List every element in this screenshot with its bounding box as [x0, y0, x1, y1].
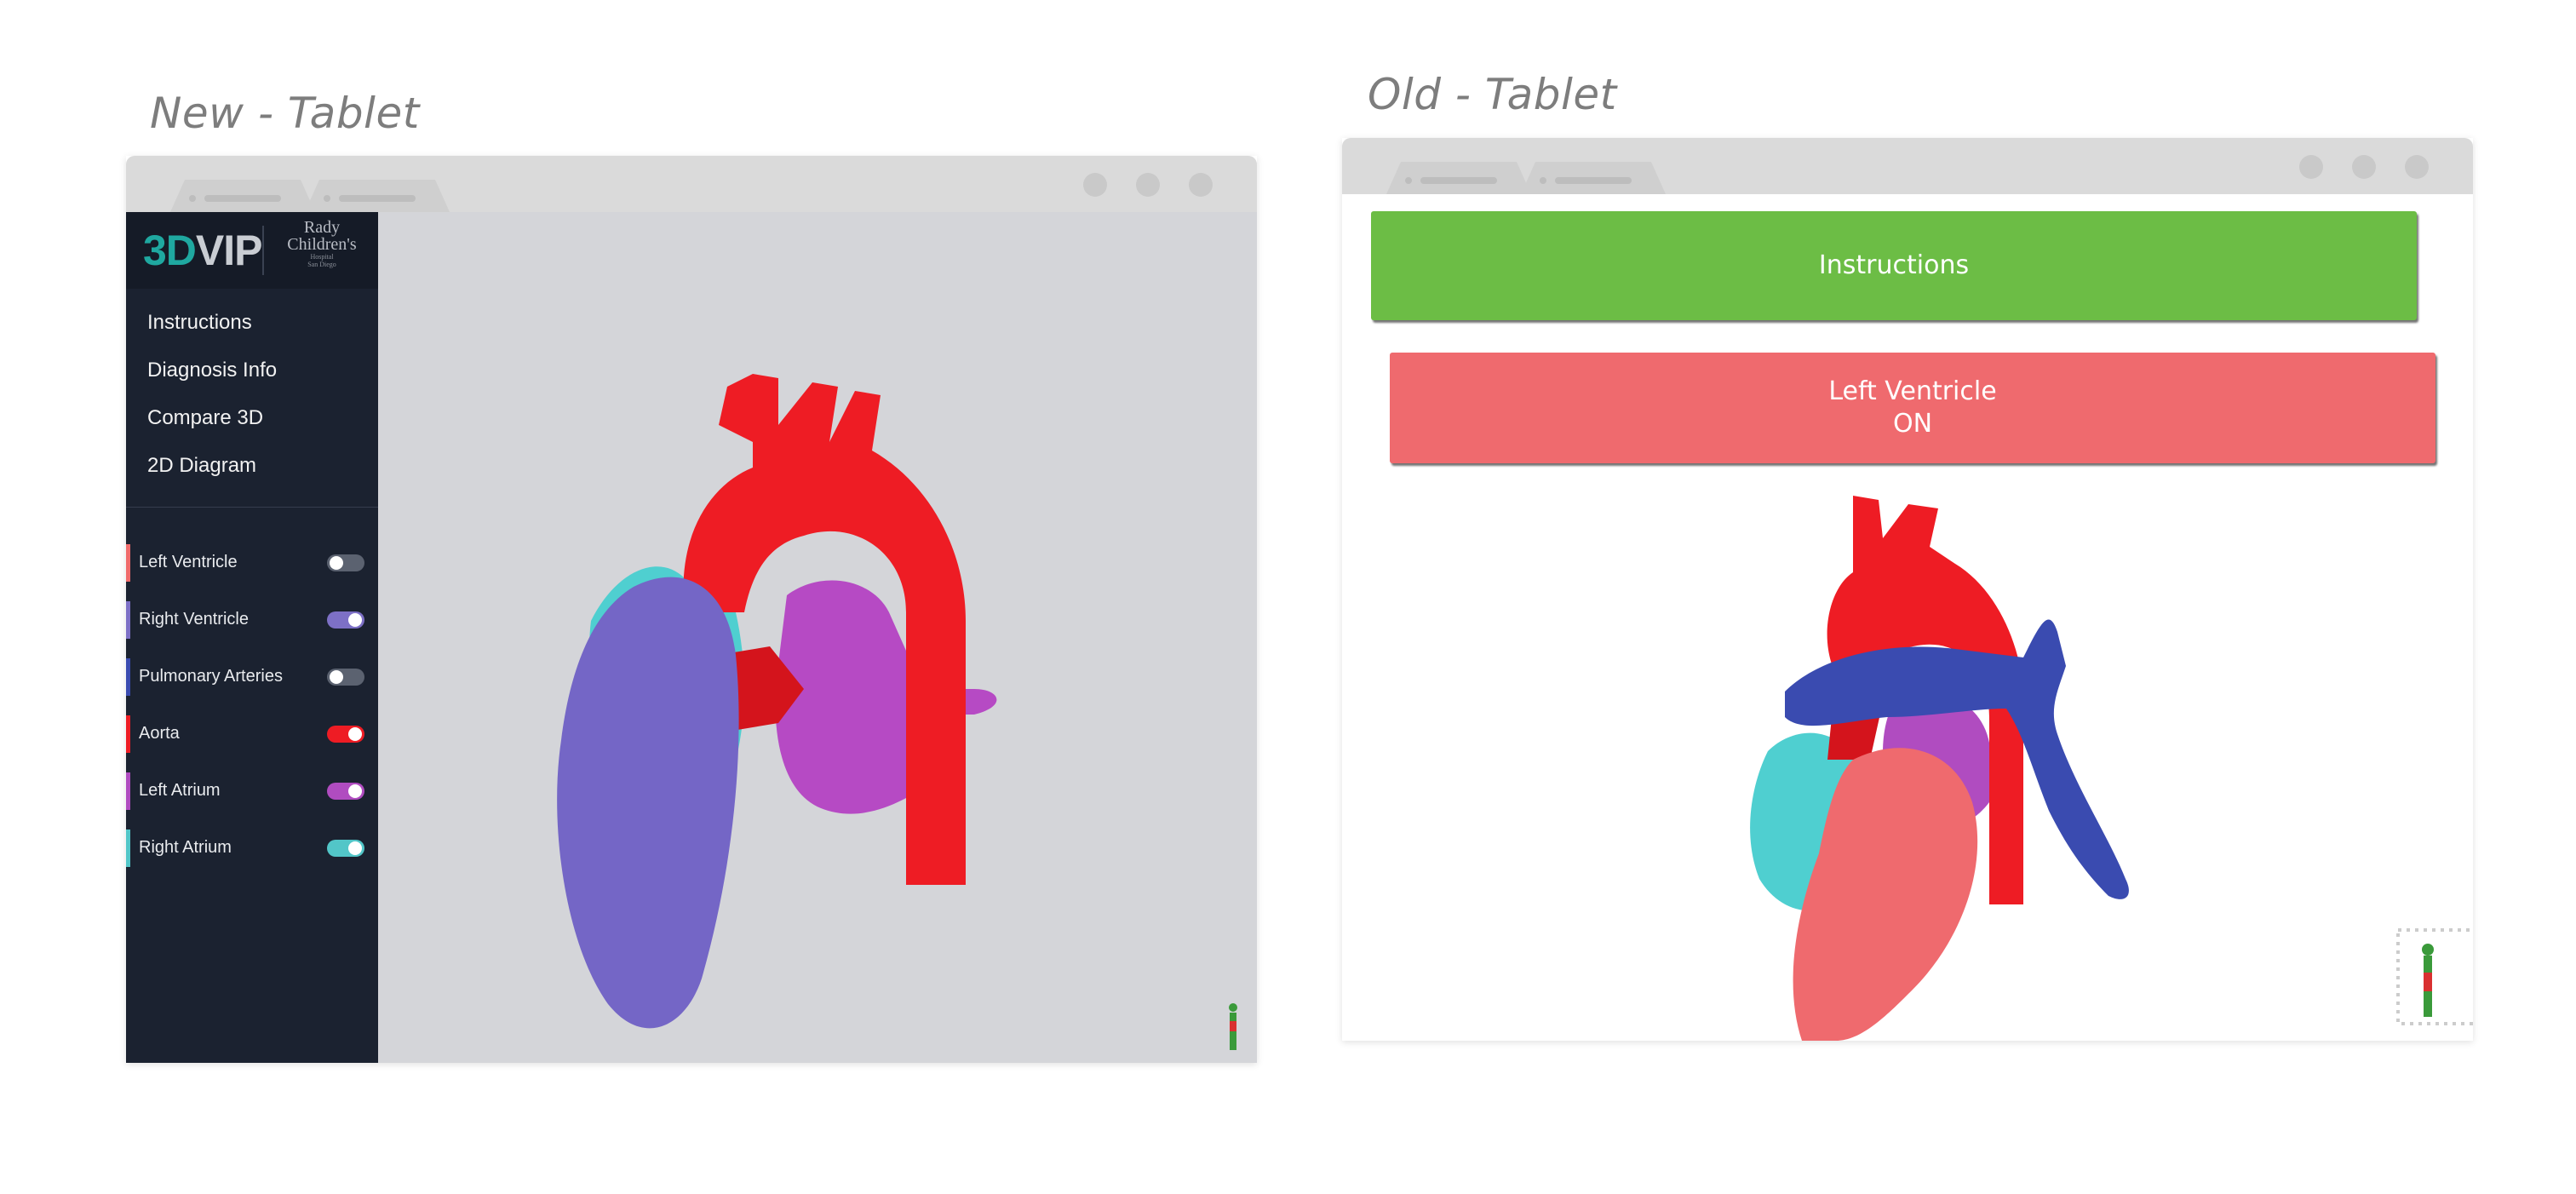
- browser-tab[interactable]: [170, 180, 315, 212]
- layer-color-stripe: [126, 772, 130, 810]
- left-ventricle-label: Left Ventricle: [1828, 376, 1997, 406]
- toggle-knob: [348, 613, 362, 627]
- layer-toggle[interactable]: [327, 783, 364, 800]
- layer-color-stripe: [126, 544, 130, 582]
- heart-model-new: [557, 374, 1237, 1050]
- layer-label: Right Ventricle: [139, 610, 249, 629]
- window-control-icon[interactable]: [1189, 173, 1213, 197]
- nav-diagnosis-info[interactable]: Diagnosis Info: [147, 359, 277, 382]
- layer-row[interactable]: Right Atrium: [126, 829, 378, 867]
- layer-label: Aorta: [139, 724, 180, 743]
- toggle-knob: [348, 784, 362, 798]
- window-control-icon[interactable]: [2405, 155, 2429, 179]
- toggle-knob: [330, 670, 343, 684]
- logo-divider: [262, 226, 264, 275]
- layer-row[interactable]: Pulmonary Arteries: [126, 658, 378, 696]
- nav-2d-diagram[interactable]: 2D Diagram: [147, 454, 256, 478]
- instructions-button-label: Instructions: [1818, 250, 1970, 280]
- toggle-knob: [330, 556, 343, 570]
- left-ventricle-state: ON: [1892, 409, 1933, 439]
- caption-new: New - Tablet: [150, 89, 420, 138]
- left-ventricle-toggle-button[interactable]: Left Ventricle ON: [1390, 353, 2435, 463]
- toggle-knob: [348, 727, 362, 741]
- sidebar: 3DVIP Rady Children's Hospital San Diego…: [126, 212, 378, 1063]
- heart-model-old[interactable]: [1342, 479, 2473, 1041]
- browser-chrome: [126, 156, 1257, 212]
- layer-label: Left Ventricle: [139, 553, 238, 571]
- caption-old: Old - Tablet: [1368, 70, 1617, 119]
- layer-label: Right Atrium: [139, 838, 232, 857]
- old-tablet-window: Instructions Left Ventricle ON: [1342, 138, 2473, 1041]
- layer-label: Pulmonary Arteries: [139, 667, 283, 686]
- browser-tab[interactable]: [1386, 162, 1531, 194]
- window-control-icon[interactable]: [2352, 155, 2376, 179]
- logo-area: 3DVIP Rady Children's Hospital San Diego: [126, 212, 378, 289]
- browser-chrome: [1342, 138, 2473, 194]
- layer-toggle[interactable]: [327, 669, 364, 686]
- layer-color-stripe: [126, 658, 130, 696]
- layer-row[interactable]: Left Ventricle: [126, 544, 378, 582]
- browser-tab[interactable]: [1521, 162, 1666, 194]
- toggle-knob: [348, 841, 362, 855]
- app-logo: 3DVIP: [143, 227, 263, 274]
- nav-divider: [126, 507, 378, 508]
- layer-row[interactable]: Left Atrium: [126, 772, 378, 810]
- window-control-icon[interactable]: [1083, 173, 1107, 197]
- window-control-icon[interactable]: [1136, 173, 1160, 197]
- layer-label: Left Atrium: [139, 781, 221, 800]
- 3d-viewport[interactable]: [378, 212, 1257, 1063]
- layer-toggle[interactable]: [327, 611, 364, 629]
- nav-instructions[interactable]: Instructions: [147, 311, 252, 335]
- layer-row[interactable]: Aorta: [126, 715, 378, 753]
- instructions-button[interactable]: Instructions: [1371, 211, 2417, 320]
- layer-color-stripe: [126, 829, 130, 867]
- layer-row[interactable]: Right Ventricle: [126, 601, 378, 639]
- window-control-icon[interactable]: [2299, 155, 2323, 179]
- layer-color-stripe: [126, 715, 130, 753]
- nav-compare-3d[interactable]: Compare 3D: [147, 406, 263, 430]
- layer-color-stripe: [126, 601, 130, 639]
- new-tablet-window: 3DVIP Rady Children's Hospital San Diego…: [126, 156, 1257, 1063]
- browser-tab[interactable]: [305, 180, 450, 212]
- partner-logo: Rady Children's Hospital San Diego: [287, 218, 357, 268]
- layer-toggle[interactable]: [327, 554, 364, 571]
- layer-toggle[interactable]: [327, 840, 364, 857]
- layer-toggle[interactable]: [327, 726, 364, 743]
